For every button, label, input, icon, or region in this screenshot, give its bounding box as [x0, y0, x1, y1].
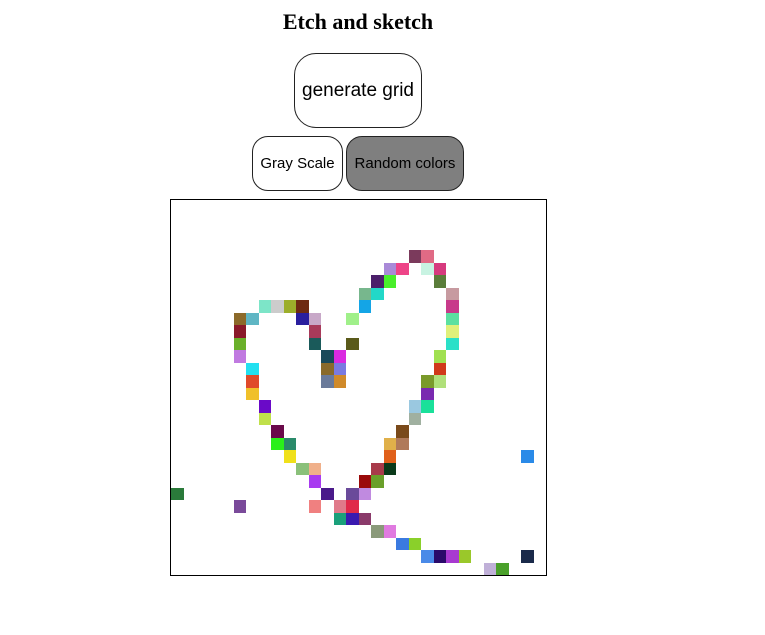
- grid-cell[interactable]: [408, 400, 421, 413]
- grid-cell[interactable]: [308, 337, 321, 350]
- grid-cell[interactable]: [358, 475, 371, 488]
- grid-cell[interactable]: [271, 300, 284, 313]
- grid-cell[interactable]: [283, 300, 296, 313]
- grid-cell[interactable]: [421, 550, 434, 563]
- grid-cell[interactable]: [258, 400, 271, 413]
- grid-cell[interactable]: [246, 387, 259, 400]
- grid-cell[interactable]: [258, 300, 271, 313]
- grid-cell[interactable]: [258, 412, 271, 425]
- grid-cell[interactable]: [496, 562, 509, 575]
- grid-cell[interactable]: [246, 312, 259, 325]
- grid-cell[interactable]: [371, 287, 384, 300]
- grid-cell[interactable]: [308, 475, 321, 488]
- grid-cell[interactable]: [233, 350, 246, 363]
- grid-cell[interactable]: [358, 287, 371, 300]
- grid-cell[interactable]: [308, 462, 321, 475]
- grid-cell[interactable]: [271, 425, 284, 438]
- grid-cell[interactable]: [346, 512, 359, 525]
- grid-cell[interactable]: [396, 437, 409, 450]
- grid-cell[interactable]: [233, 312, 246, 325]
- grid-cell[interactable]: [333, 362, 346, 375]
- grid-cell[interactable]: [446, 287, 459, 300]
- grid-cell[interactable]: [233, 325, 246, 338]
- grid-cell[interactable]: [483, 562, 496, 575]
- page-title: Etch and sketch: [282, 9, 434, 34]
- grid-cell[interactable]: [233, 500, 246, 513]
- grid-cell[interactable]: [371, 462, 384, 475]
- sketch-grid[interactable]: [170, 199, 547, 576]
- grid-cell[interactable]: [396, 425, 409, 438]
- grid-cell[interactable]: [446, 337, 459, 350]
- grid-cell[interactable]: [383, 462, 396, 475]
- grid-cell[interactable]: [346, 500, 359, 513]
- grid-cell[interactable]: [383, 450, 396, 463]
- grid-cell[interactable]: [521, 550, 534, 563]
- grid-cell[interactable]: [296, 312, 309, 325]
- grid-cell[interactable]: [421, 400, 434, 413]
- grid-cell[interactable]: [433, 550, 446, 563]
- grid-cell[interactable]: [333, 512, 346, 525]
- grid-cell[interactable]: [308, 500, 321, 513]
- grid-cell[interactable]: [433, 375, 446, 388]
- grid-cell[interactable]: [346, 337, 359, 350]
- grid-cell[interactable]: [358, 487, 371, 500]
- grid-cell[interactable]: [521, 450, 534, 463]
- grid-cell[interactable]: [458, 550, 471, 563]
- grid-cell[interactable]: [246, 375, 259, 388]
- grid-cell[interactable]: [433, 362, 446, 375]
- grid-cell[interactable]: [433, 275, 446, 288]
- grid-cell[interactable]: [283, 450, 296, 463]
- grid-cell[interactable]: [408, 250, 421, 263]
- grid-cell[interactable]: [421, 387, 434, 400]
- grid-cell[interactable]: [321, 487, 334, 500]
- grid-cell[interactable]: [383, 262, 396, 275]
- grid-cell[interactable]: [308, 312, 321, 325]
- grid-cell[interactable]: [333, 375, 346, 388]
- grid-cell[interactable]: [421, 262, 434, 275]
- grid-cell[interactable]: [321, 362, 334, 375]
- gray-scale-button[interactable]: Gray Scale: [252, 136, 343, 191]
- grid-cell[interactable]: [321, 350, 334, 363]
- grid-cell[interactable]: [446, 550, 459, 563]
- grid-cell[interactable]: [446, 312, 459, 325]
- grid-cell[interactable]: [296, 300, 309, 313]
- grid-cell[interactable]: [233, 337, 246, 350]
- grid-cell[interactable]: [446, 300, 459, 313]
- grid-cell[interactable]: [171, 487, 184, 500]
- random-colors-button[interactable]: Random colors: [346, 136, 464, 191]
- grid-cell[interactable]: [383, 275, 396, 288]
- grid-cell[interactable]: [421, 375, 434, 388]
- grid-cell[interactable]: [346, 487, 359, 500]
- grid-cell[interactable]: [396, 537, 409, 550]
- grid-cell[interactable]: [433, 262, 446, 275]
- grid-cell[interactable]: [333, 350, 346, 363]
- grid-cell[interactable]: [408, 537, 421, 550]
- grid-cell[interactable]: [346, 312, 359, 325]
- grid-cell[interactable]: [333, 500, 346, 513]
- grid-cell[interactable]: [408, 412, 421, 425]
- grid-cell[interactable]: [296, 462, 309, 475]
- grid-cell[interactable]: [371, 475, 384, 488]
- grid-cell[interactable]: [321, 375, 334, 388]
- generate-grid-button[interactable]: generate grid: [294, 53, 422, 128]
- grid-cell[interactable]: [308, 325, 321, 338]
- grid-cell[interactable]: [383, 437, 396, 450]
- grid-cell[interactable]: [358, 300, 371, 313]
- grid-cell[interactable]: [246, 362, 259, 375]
- grid-cell[interactable]: [271, 437, 284, 450]
- grid-cell[interactable]: [433, 350, 446, 363]
- grid-cell[interactable]: [371, 275, 384, 288]
- grid-cell[interactable]: [358, 512, 371, 525]
- grid-cell[interactable]: [421, 250, 434, 263]
- grid-cell[interactable]: [283, 437, 296, 450]
- grid-cell[interactable]: [371, 525, 384, 538]
- grid-cell[interactable]: [383, 525, 396, 538]
- grid-cell[interactable]: [446, 325, 459, 338]
- grid-cell[interactable]: [396, 262, 409, 275]
